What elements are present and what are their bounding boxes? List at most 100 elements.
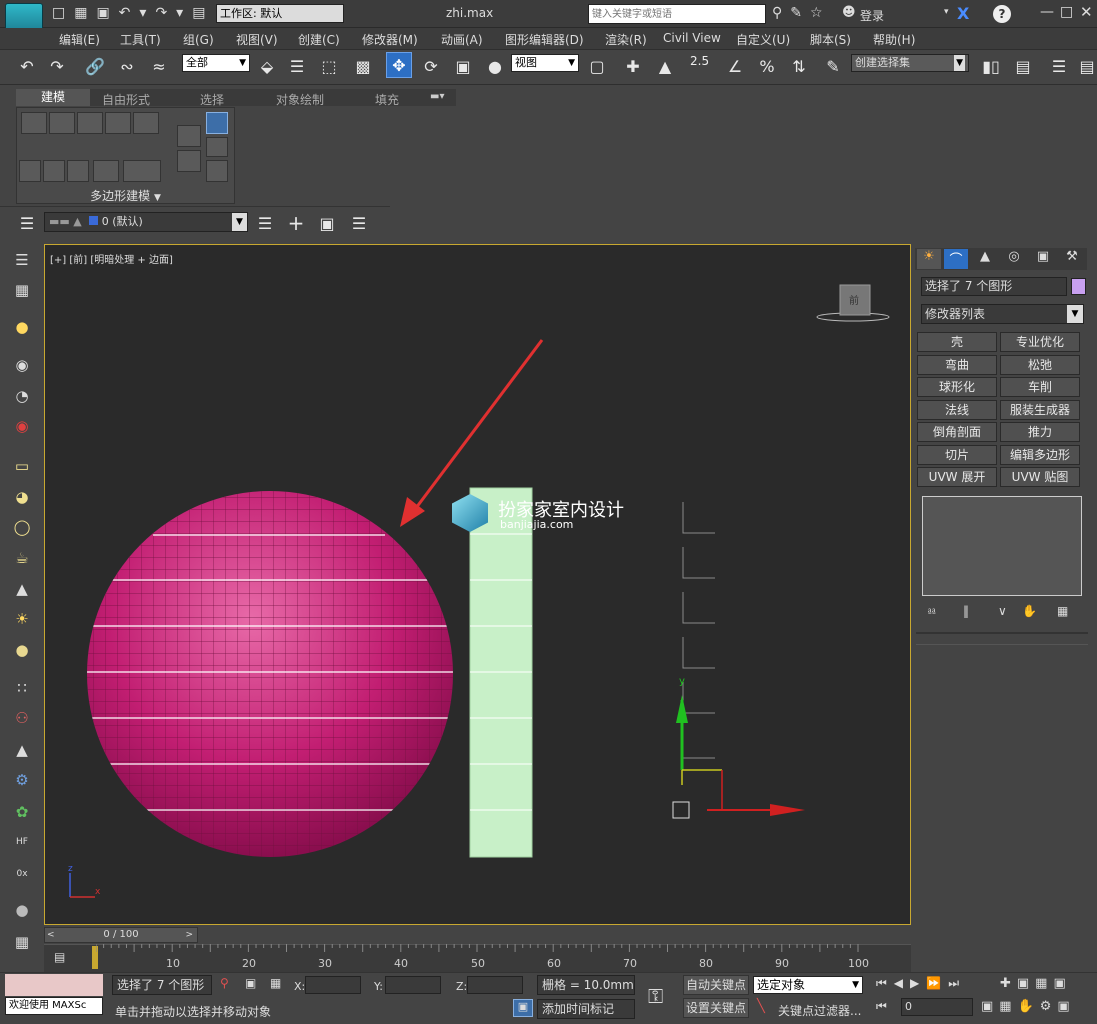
ribbon-tab-object-paint[interactable]: 对象绘制 <box>276 91 324 108</box>
align-icon[interactable]: ▤ <box>1010 53 1036 79</box>
gear-icon[interactable]: ⚙ <box>10 768 34 792</box>
ribbon-tool-7[interactable] <box>43 160 65 182</box>
ribbon-tool-15[interactable] <box>206 160 228 182</box>
box-object[interactable] <box>469 487 533 858</box>
minimize-button[interactable]: — <box>1040 4 1054 20</box>
modifier-list-dropdown[interactable]: 修改器列表 ▼ <box>921 304 1084 324</box>
select-object-icon[interactable]: ⬙ <box>254 53 280 79</box>
grass-icon[interactable]: ✿ <box>10 800 34 824</box>
motion-tab-icon[interactable]: ◎ <box>1002 249 1026 269</box>
menu-civil-view[interactable]: Civil View <box>663 31 721 45</box>
ribbon-tool-14[interactable] <box>206 137 228 157</box>
ribbon-tool-9[interactable] <box>93 160 119 182</box>
menu-tools[interactable]: 工具(T) <box>120 31 161 48</box>
add-time-tag-field[interactable]: 添加时间标记 <box>537 999 635 1019</box>
modifier-cloth-maker-button[interactable]: 服装生成器 <box>1000 400 1080 420</box>
modifier-shell-button[interactable]: 壳 <box>917 332 997 352</box>
ribbon-tool-2[interactable] <box>49 112 75 134</box>
ribbon-tool-1[interactable] <box>21 112 47 134</box>
login-link[interactable]: 登录 <box>860 7 884 24</box>
x-coord-field[interactable] <box>305 976 361 994</box>
close-button[interactable]: ✕ <box>1080 3 1093 21</box>
percent-snap-icon[interactable]: % <box>754 53 780 79</box>
menu-rendering[interactable]: 渲染(R) <box>605 31 647 48</box>
ribbon-options-icon[interactable]: ▬▾ <box>430 91 444 102</box>
menu-animation[interactable]: 动画(A) <box>441 31 483 48</box>
maximize-button[interactable]: □ <box>1060 4 1073 20</box>
utilities-tab-icon[interactable]: ⚒ <box>1060 249 1084 269</box>
bind-spacewarp-icon[interactable]: ≈ <box>146 53 172 79</box>
reference-coord-dropdown[interactable]: 视图 ▼ <box>511 54 579 72</box>
named-selection-dropdown[interactable]: 创建选择集 ▼ <box>851 54 969 72</box>
spacewarp-icon[interactable]: ◉ <box>10 414 34 438</box>
render-setup-icon[interactable]: ▦ <box>10 930 34 954</box>
create-tab-icon[interactable]: ☀ <box>917 249 941 269</box>
menu-group[interactable]: 组(G) <box>183 31 214 48</box>
menu-graph-editors[interactable]: 图形编辑器(D) <box>505 31 584 48</box>
prev-frame-icon[interactable]: < <box>47 928 55 942</box>
y-coord-field[interactable] <box>385 976 441 994</box>
hair-style-icon[interactable]: 0x <box>10 862 34 886</box>
show-end-result-icon[interactable]: ‖ <box>963 604 969 618</box>
scene-explorer-icon[interactable]: ☰ <box>10 248 34 272</box>
ribbon-tool-13[interactable] <box>206 112 228 134</box>
add-to-layer-icon[interactable]: + <box>283 210 309 236</box>
configure-modifier-icon[interactable]: ▦ <box>1057 604 1068 618</box>
modifier-slice-button[interactable]: 切片 <box>917 445 997 465</box>
undo-icon[interactable]: ↶ <box>14 53 40 79</box>
cone-icon[interactable]: ▲ <box>10 577 34 601</box>
spinner-snap-icon[interactable]: ⇅ <box>786 53 812 79</box>
material-ball-icon[interactable]: ● <box>10 898 34 922</box>
ribbon-tab-modeling[interactable]: 建模 <box>16 89 90 106</box>
ribbon-tool-5[interactable] <box>133 112 159 134</box>
viewport-nav-icons[interactable]: ✚▣▦▣ <box>1000 976 1072 991</box>
layers-icon[interactable]: ☰ <box>14 210 40 236</box>
plane-icon[interactable]: ▭ <box>10 454 34 478</box>
menu-edit[interactable]: 编辑(E) <box>59 31 100 48</box>
hemisphere-icon[interactable]: ◕ <box>10 485 34 509</box>
maxscript-listener[interactable] <box>5 974 103 996</box>
ribbon-tool-12[interactable] <box>177 150 201 172</box>
auto-key-button[interactable]: 自动关键点 <box>683 975 749 995</box>
keyboard-shortcut-icon[interactable]: ▲ <box>652 53 678 79</box>
key-icon[interactable]: ⚿ <box>648 984 663 1008</box>
z-coord-field[interactable] <box>467 976 523 994</box>
pin-stack-icon[interactable]: ⎂ <box>927 604 937 619</box>
ribbon-tool-10[interactable] <box>123 160 161 182</box>
menu-views[interactable]: 视图(V) <box>236 31 278 48</box>
create-layer-icon[interactable]: ☰ <box>252 210 278 236</box>
modifier-uvw-unwrap-button[interactable]: UVW 展开 <box>917 467 997 487</box>
key-mode-dropdown[interactable]: 选定对象 ▼ <box>753 976 863 994</box>
selection-name-field[interactable]: 选择了 7 个图形 <box>921 277 1067 296</box>
next-frame-icon[interactable]: > <box>185 928 193 942</box>
current-frame-field[interactable]: 0 <box>901 998 973 1016</box>
ribbon-tab-selection[interactable]: 选择 <box>200 91 224 108</box>
key-filter-icon[interactable]: ╲ <box>757 999 765 1014</box>
sphere-icon[interactable]: ● <box>10 638 34 662</box>
unlink-icon[interactable]: ∾ <box>114 53 140 79</box>
exchange-icon[interactable]: X <box>957 4 969 23</box>
layer-dropdown[interactable]: ▬▬ ▲ 0 (默认) ▼ <box>44 212 248 232</box>
set-current-layer-icon[interactable]: ☰ <box>346 210 372 236</box>
modifier-edit-poly-button[interactable]: 编辑多边形 <box>1000 445 1080 465</box>
modifier-color-swatch[interactable] <box>1071 278 1086 295</box>
modifier-stack[interactable] <box>922 496 1082 596</box>
camera-icon[interactable]: ◉ <box>10 353 34 377</box>
viewcube-label[interactable]: 前 <box>849 292 859 307</box>
dropdown-arrow-icon[interactable]: ▾ <box>944 7 949 17</box>
user-icon[interactable]: ☻ <box>842 5 856 20</box>
modifier-bend-button[interactable]: 弯曲 <box>917 355 997 375</box>
ribbon-tool-6[interactable] <box>19 160 41 182</box>
layer-manager-icon[interactable]: ☰ <box>1046 53 1072 79</box>
angle-snap-icon[interactable]: ∠ <box>722 53 748 79</box>
modifier-lathe-button[interactable]: 车削 <box>1000 377 1080 397</box>
helper-icon[interactable]: ◔ <box>10 384 34 408</box>
menu-scripting[interactable]: 脚本(S) <box>810 31 851 48</box>
hierarchy-tab-icon[interactable]: ▲ <box>973 249 997 269</box>
sun-icon[interactable]: ☀ <box>10 607 34 631</box>
modifier-uvw-map-button[interactable]: UVW 贴图 <box>1000 467 1080 487</box>
ribbon-tool-4[interactable] <box>105 112 131 134</box>
menu-help[interactable]: 帮助(H) <box>873 31 915 48</box>
modifier-relax-button[interactable]: 松弛 <box>1000 355 1080 375</box>
isolate-icon[interactable]: ⚲ <box>220 976 229 990</box>
